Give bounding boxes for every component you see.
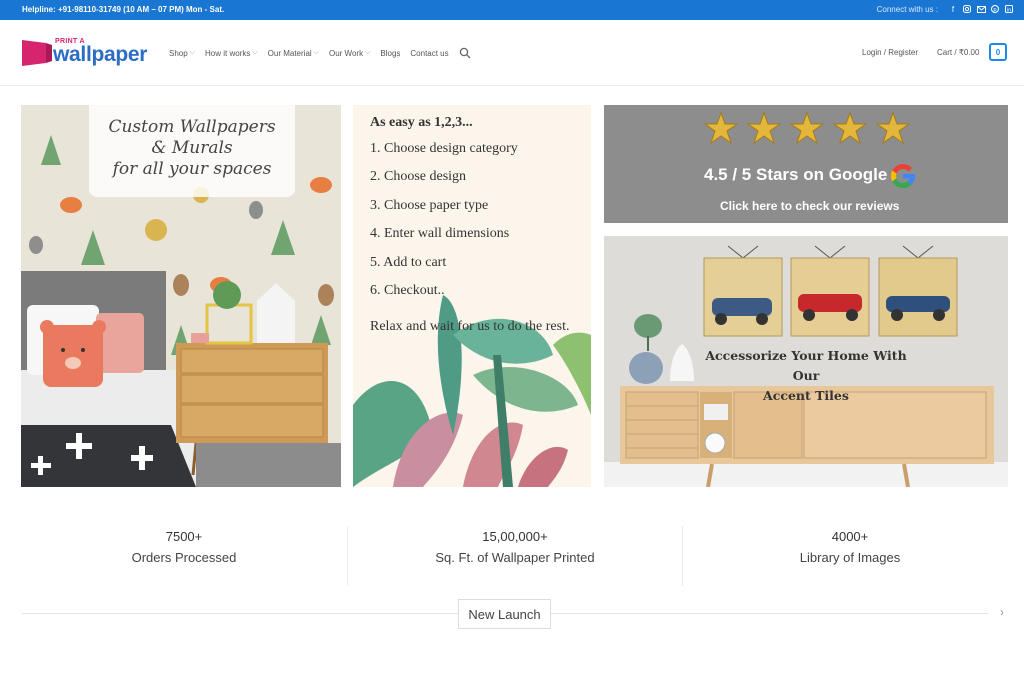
nav-our-work[interactable]: Our Work ⌵ — [329, 49, 370, 58]
chevron-down-icon: ⌵ — [189, 49, 195, 56]
nav-contact-us-label: Contact us — [410, 48, 449, 58]
nav-contact-us[interactable]: Contact us — [410, 49, 448, 58]
stat-label: Orders Processed — [131, 550, 237, 565]
stat-number: 4000+ — [831, 529, 869, 544]
step-item: 5. Add to cart — [370, 254, 447, 270]
caption-line-2: & Murals — [151, 138, 233, 158]
star-icon — [876, 111, 910, 145]
star-icon — [790, 111, 824, 145]
stat-number: 7500+ — [165, 529, 203, 544]
rating-text: 4.5 / 5 Stars on Google — [704, 165, 888, 184]
cart-count-badge[interactable]: 0 — [989, 43, 1007, 61]
connect-label: Connect with us : — [876, 5, 938, 14]
step-item: 2. Choose design — [370, 169, 467, 185]
step-item: 4. Enter wall dimensions — [370, 226, 510, 242]
linkedin-icon[interactable]: in — [1004, 4, 1014, 14]
chevron-right-icon[interactable]: › — [1000, 605, 1004, 619]
accent-tiles-banner[interactable]: Accessorize Your Home With Our Accent Ti… — [604, 236, 1008, 487]
cart-link[interactable]: Cart / ₹0.00 — [937, 48, 979, 57]
stat-orders: 7500+ Orders Processed — [21, 526, 347, 586]
nav-shop-label: Shop — [169, 48, 188, 58]
nav-our-material-label: Our Material — [267, 48, 312, 58]
star-icon — [704, 111, 738, 145]
helpline-text: Helpline: +91-98110-31749 (10 AM – 07 PM… — [22, 5, 225, 14]
site-logo[interactable]: PRINT A wallpaper — [22, 38, 154, 68]
rating-stars — [704, 111, 910, 145]
email-icon[interactable] — [976, 4, 986, 14]
steps-list: As easy as 1,2,3... 1. Choose design cat… — [370, 115, 518, 311]
stats-row: 7500+ Orders Processed 15,00,000+ Sq. Ft… — [21, 526, 1008, 586]
chevron-down-icon: ⌵ — [365, 49, 371, 56]
nav-blogs[interactable]: Blogs — [380, 49, 400, 58]
steps-heading: As easy as 1,2,3... — [370, 115, 473, 130]
chevron-down-icon: ⌵ — [313, 49, 319, 56]
chevron-down-icon: ⌵ — [252, 49, 258, 56]
facebook-icon[interactable]: f — [948, 4, 958, 14]
nav-our-material[interactable]: Our Material ⌵ — [268, 49, 319, 58]
nav-how-it-works-label: How it works — [205, 48, 251, 58]
svg-text:in: in — [1007, 7, 1012, 13]
how-it-works-banner[interactable]: As easy as 1,2,3... 1. Choose design cat… — [353, 105, 591, 487]
instagram-icon[interactable] — [962, 4, 972, 14]
step-item: 3. Choose paper type — [370, 197, 489, 213]
check-reviews-link[interactable]: Click here to check our reviews — [720, 199, 899, 213]
caption-line-1: Custom Wallpapers — [108, 117, 276, 137]
custom-wallpapers-caption: Custom Wallpapers & Murals for all your … — [89, 105, 295, 197]
headline-line-2: Accent Tiles — [763, 388, 849, 403]
google-icon — [890, 163, 916, 189]
stat-label: Sq. Ft. of Wallpaper Printed — [435, 550, 595, 565]
stat-number: 15,00,000+ — [482, 529, 548, 544]
nav-shop[interactable]: Shop ⌵ — [169, 49, 195, 58]
svg-text:p: p — [993, 7, 996, 13]
headline-line-1: Accessorize Your Home With Our — [705, 348, 907, 383]
search-icon[interactable] — [459, 47, 471, 59]
custom-wallpapers-banner[interactable]: Custom Wallpapers & Murals for all your … — [21, 105, 341, 487]
logo-wordmark: wallpaper — [53, 43, 148, 66]
step-item: 1. Choose design category — [370, 141, 518, 156]
nav-blogs-label: Blogs — [380, 48, 401, 58]
google-reviews-banner[interactable]: 4.5 / 5 Stars on Google Click here to ch… — [604, 105, 1008, 223]
main-nav: Shop ⌵ How it works ⌵ Our Material ⌵ Our Wo… — [169, 47, 471, 59]
stat-label: Library of Images — [799, 550, 901, 565]
nav-our-work-label: Our Work — [328, 48, 364, 58]
relax-text: Relax and wait for us to do the rest. — [370, 319, 570, 334]
step-item: 6. Checkout.. — [370, 282, 445, 298]
star-icon — [833, 111, 867, 145]
social-links: f p in — [948, 4, 1014, 14]
star-icon — [747, 111, 781, 145]
logo-mark-icon — [22, 40, 52, 66]
stat-library: 4000+ Library of Images — [683, 526, 1017, 586]
site-header: PRINT A wallpaper Shop ⌵ How it works ⌵ Ou… — [0, 20, 1024, 86]
new-launch-button[interactable]: New Launch — [458, 599, 551, 629]
pinterest-icon[interactable]: p — [990, 4, 1000, 14]
nav-how-it-works[interactable]: How it works ⌵ — [205, 49, 258, 58]
stat-sqft: 15,00,000+ Sq. Ft. of Wallpaper Printed — [348, 526, 682, 586]
accent-tiles-headline: Accessorize Your Home With Our Accent Ti… — [704, 346, 908, 406]
topbar: Helpline: +91-98110-31749 (10 AM – 07 PM… — [0, 0, 1024, 20]
caption-line-3: for all your spaces — [112, 159, 272, 179]
login-register-link[interactable]: Login / Register — [862, 48, 918, 57]
